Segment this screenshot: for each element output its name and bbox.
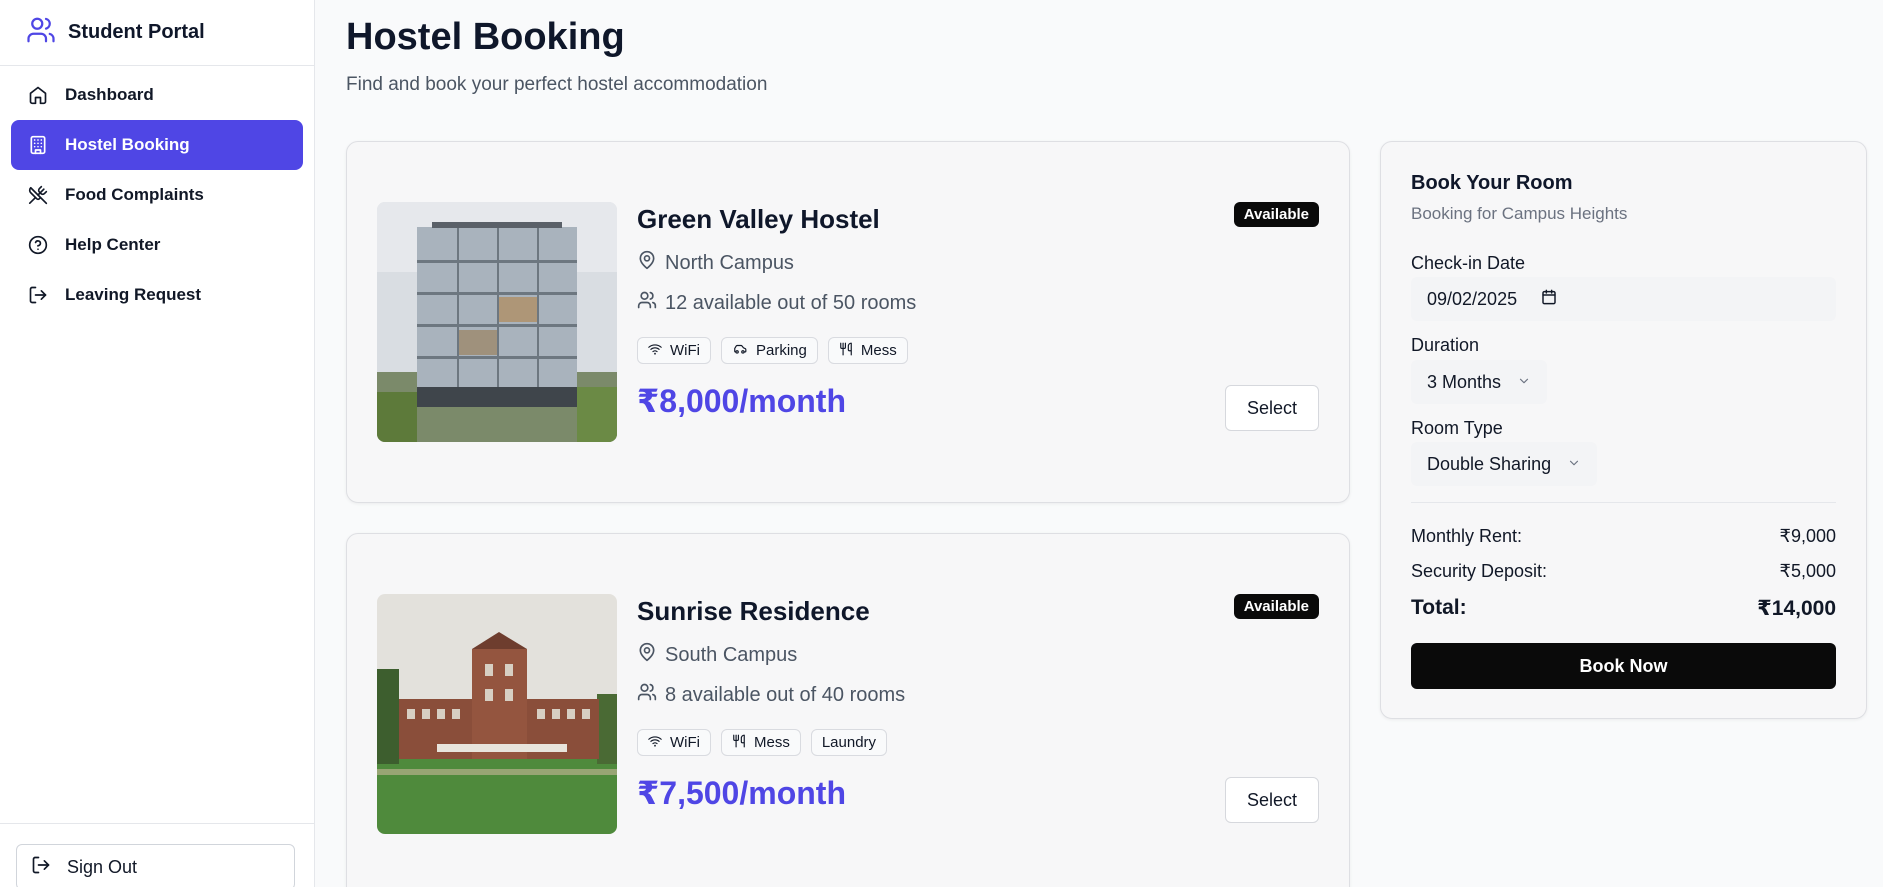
monthly-rent-row: Monthly Rent: ₹9,000: [1411, 526, 1836, 547]
total-value: ₹14,000: [1757, 597, 1836, 620]
building-icon: [27, 134, 49, 156]
utensils-icon: [732, 734, 746, 752]
chevron-down-icon: [1517, 372, 1531, 393]
status-badge: Available: [1233, 594, 1319, 619]
hostel-card: Green Valley Hostel Available North Camp…: [346, 141, 1350, 503]
amenity-label: Mess: [860, 342, 897, 359]
amenity-list: WiFi Mess Laundry: [637, 729, 888, 756]
amenity-tag: Mess: [721, 729, 801, 756]
rooms-text: 12 available out of 50 rooms: [665, 291, 917, 314]
sidebar-item-label: Hostel Booking: [65, 135, 190, 154]
checkin-value: 09/02/2025: [1427, 288, 1518, 309]
checkin-label: Check-in Date: [1411, 253, 1526, 273]
booking-panel: Book Your Room Booking for Campus Height…: [1380, 141, 1867, 719]
users-icon: [637, 682, 657, 708]
sign-out-button[interactable]: Sign Out: [16, 844, 295, 887]
monthly-rent-label: Monthly Rent:: [1411, 526, 1523, 546]
duration-select[interactable]: 3 Months: [1411, 360, 1548, 404]
sidebar-item-label: Help Center: [65, 235, 161, 254]
total-label: Total:: [1411, 596, 1467, 619]
hostel-rooms: 12 available out of 50 rooms: [637, 290, 916, 316]
sidebar: Student Portal Dashboard Hostel Booking …: [0, 0, 315, 887]
sidebar-item-label: Food Complaints: [65, 185, 204, 204]
booking-subtitle: Booking for Campus Heights: [1411, 204, 1628, 223]
sidebar-nav: Dashboard Hostel Booking Food Complaints…: [0, 0, 314, 320]
sidebar-item-leaving-request[interactable]: Leaving Request: [11, 270, 303, 320]
page-title: Hostel Booking: [346, 16, 625, 58]
sidebar-item-dashboard[interactable]: Dashboard: [11, 70, 303, 120]
amenity-tag: Mess: [827, 337, 908, 364]
amenity-label: Laundry: [821, 734, 877, 751]
amenity-label: Mess: [754, 734, 790, 751]
home-icon: [27, 84, 49, 106]
rooms-text: 8 available out of 40 rooms: [665, 683, 906, 706]
location-text: North Campus: [665, 251, 794, 274]
sidebar-item-label: Leaving Request: [65, 285, 202, 304]
booking-title: Book Your Room: [1411, 172, 1573, 194]
deposit-label: Security Deposit:: [1411, 561, 1548, 581]
amenity-tag: Laundry: [810, 729, 888, 756]
roomtype-value: Double Sharing: [1427, 453, 1552, 474]
utensils-icon: [839, 342, 853, 360]
deposit-value: ₹5,000: [1779, 561, 1837, 581]
status-badge: Available: [1233, 202, 1319, 227]
log-out-icon: [31, 855, 51, 880]
deposit-row: Security Deposit: ₹5,000: [1411, 561, 1836, 582]
sign-out-label: Sign Out: [67, 856, 138, 877]
log-out-icon: [27, 284, 49, 306]
amenity-list: WiFi Parking Mess: [637, 337, 908, 364]
amenity-label: WiFi: [670, 342, 700, 359]
sidebar-footer: Sign Out: [0, 823, 314, 887]
hostel-image: [377, 594, 617, 834]
select-button[interactable]: Select: [1225, 777, 1319, 823]
location-text: South Campus: [665, 643, 798, 666]
sidebar-item-label: Dashboard: [65, 85, 154, 104]
map-pin-icon: [637, 250, 657, 276]
hostel-location: North Campus: [637, 250, 794, 276]
duration-label: Duration: [1411, 335, 1480, 355]
car-icon: [732, 342, 748, 360]
total-row: Total: ₹14,000: [1411, 596, 1836, 621]
help-circle-icon: [27, 234, 49, 256]
sidebar-item-help-center[interactable]: Help Center: [11, 220, 303, 270]
checkin-date-input[interactable]: 09/02/2025: [1411, 277, 1836, 321]
hostel-name: Green Valley Hostel: [637, 204, 880, 234]
page-subtitle: Find and book your perfect hostel accomm…: [346, 74, 768, 95]
amenity-tag: Parking: [721, 337, 818, 364]
utensils-crossed-icon: [27, 184, 49, 206]
hostel-name: Sunrise Residence: [637, 596, 870, 626]
calendar-icon[interactable]: [1541, 289, 1557, 310]
amenity-label: WiFi: [670, 734, 700, 751]
amenity-label: Parking: [756, 342, 807, 359]
sidebar-item-food-complaints[interactable]: Food Complaints: [11, 170, 303, 220]
duration-value: 3 Months: [1427, 371, 1502, 392]
roomtype-select[interactable]: Double Sharing: [1411, 442, 1598, 486]
divider: [1411, 502, 1836, 503]
wifi-icon: [648, 734, 662, 752]
sidebar-item-hostel-booking[interactable]: Hostel Booking: [11, 120, 303, 170]
hostel-image: [377, 202, 617, 442]
hostel-price: ₹7,500/month: [637, 775, 846, 811]
hostel-price: ₹8,000/month: [637, 383, 846, 419]
amenity-tag: WiFi: [637, 337, 711, 364]
map-pin-icon: [637, 642, 657, 668]
users-icon: [637, 290, 657, 316]
wifi-icon: [648, 342, 662, 360]
chevron-down-icon: [1567, 454, 1581, 475]
hostel-card: Sunrise Residence Available South Campus…: [346, 533, 1350, 887]
book-now-button[interactable]: Book Now: [1411, 643, 1836, 689]
roomtype-label: Room Type: [1411, 418, 1503, 438]
amenity-tag: WiFi: [637, 729, 711, 756]
hostel-location: South Campus: [637, 642, 797, 668]
hostel-rooms: 8 available out of 40 rooms: [637, 682, 905, 708]
select-button[interactable]: Select: [1225, 385, 1319, 431]
monthly-rent-value: ₹9,000: [1779, 526, 1837, 546]
